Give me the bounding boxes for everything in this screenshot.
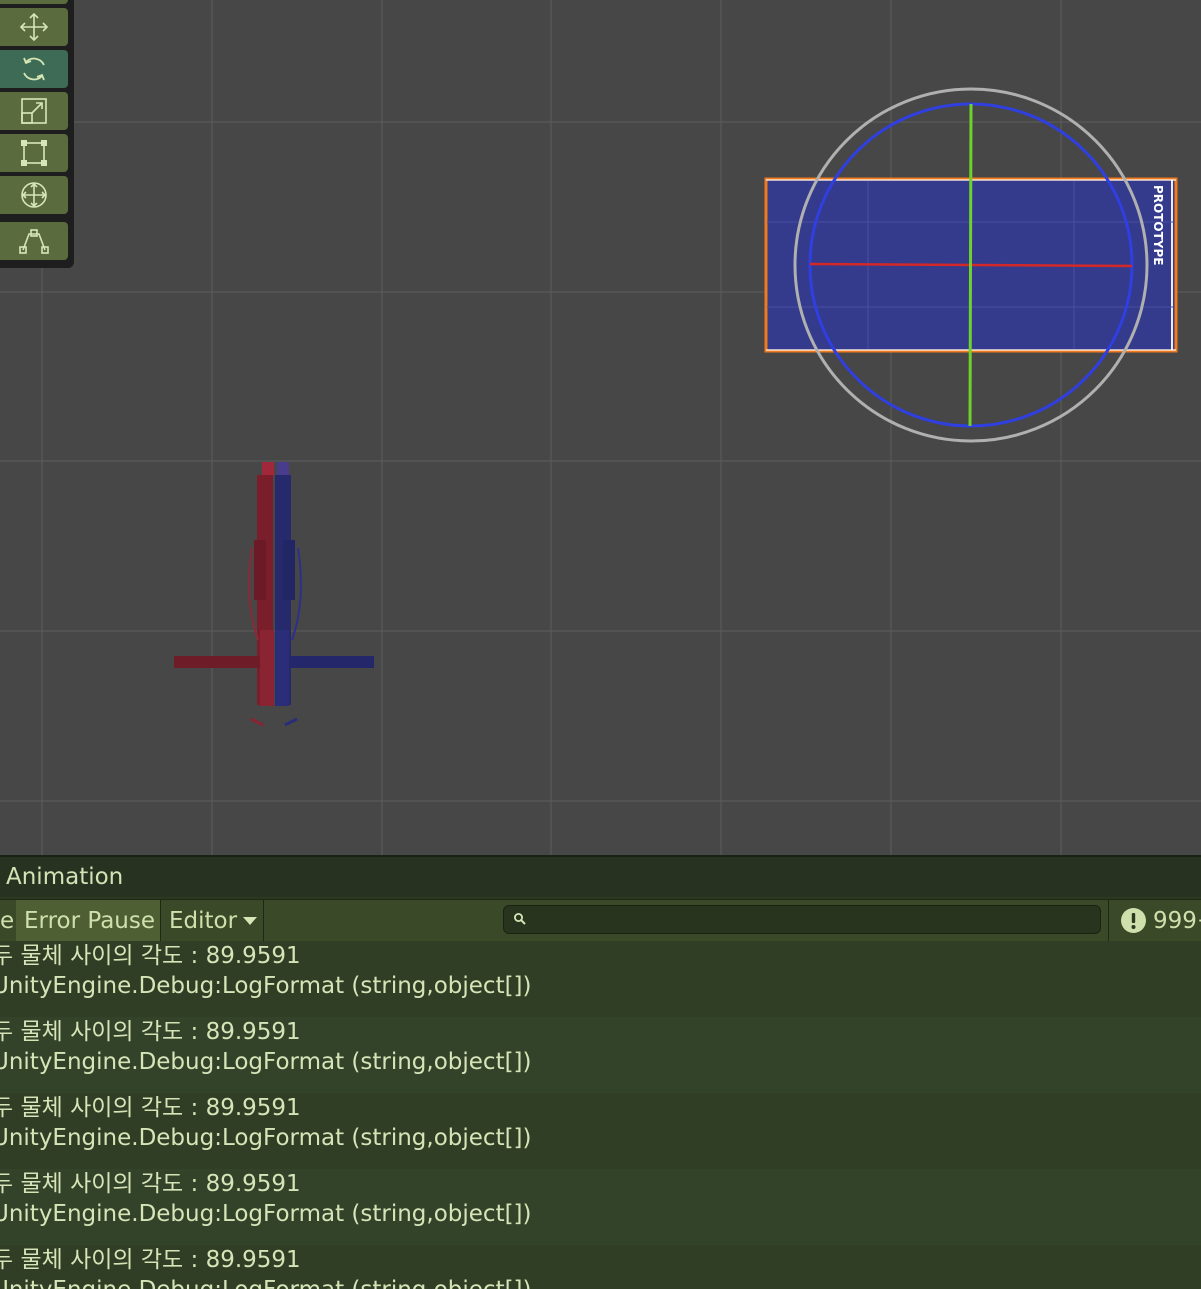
log-entry[interactable]: 두 물체 사이의 각도 : 89.9591 UnityEngine.Debug:… [0,1017,1201,1093]
prototype-texture-label: PROTOTYPE [1151,185,1165,266]
path-editor-icon [19,229,49,254]
log-message: 두 물체 사이의 각도 : 89.9591 [0,1019,301,1045]
error-pause-toggle[interactable]: Error Pause [16,900,161,941]
editor-target-dropdown[interactable]: Editor [162,900,264,941]
log-entry[interactable]: 두 물체 사이의 각도 : 89.9591 UnityEngine.Debug:… [0,1093,1201,1169]
scene-grid [0,0,1201,855]
scene-view[interactable]: PROTOTYPE [0,0,1201,855]
log-entry[interactable]: 두 물체 사이의 각도 : 89.9591 UnityEngine.Debug:… [0,1245,1201,1289]
transform-tool-button[interactable] [0,176,68,214]
rect-tool-button[interactable] [0,134,68,172]
character-model[interactable] [174,462,374,727]
scene-tools-toolbar [0,0,74,268]
rect-transform-icon [21,140,47,166]
scale-icon [21,98,47,124]
error-count-label: 999+ [1153,907,1201,934]
rotate-tool-button[interactable] [0,50,68,88]
error-count-toggle[interactable]: 999+ [1108,900,1201,941]
console-search-input[interactable] [503,905,1101,934]
move-tool-button[interactable] [0,8,68,46]
error-icon [1121,908,1146,933]
console-toolbar: e Error Pause Editor 999+ [0,899,1201,942]
log-message: 두 물체 사이의 각도 : 89.9591 [0,1095,301,1121]
tab-strip: Animation [0,857,1201,897]
rotation-gizmo[interactable] [793,87,1149,443]
search-icon [514,913,526,925]
scene-canvas[interactable]: PROTOTYPE [0,0,1201,855]
log-message: 두 물체 사이의 각도 : 89.9591 [0,1171,301,1197]
scale-tool-button[interactable] [0,92,68,130]
log-entry[interactable]: 두 물체 사이의 각도 : 89.9591 UnityEngine.Debug:… [0,1169,1201,1245]
transform-icon [21,182,47,208]
custom-tool-button[interactable] [0,222,68,260]
log-message: 두 물체 사이의 각도 : 89.9591 [0,1247,301,1273]
toolbar-top-edge [0,0,68,4]
log-stack-trace: UnityEngine.Debug:LogFormat (string,obje… [0,1049,532,1075]
rotate-icon [23,57,45,81]
editor-dropdown-label: Editor [169,907,238,934]
tab-animation[interactable]: Animation [0,864,123,890]
clear-button[interactable]: e [0,900,17,941]
console-panel: Animation e Error Pause Editor 999+ [0,855,1201,1289]
chevron-down-icon [243,916,258,925]
log-stack-trace: UnityEngine.Debug:LogFormat (string,obje… [0,1201,532,1227]
error-pause-label: Error Pause [24,907,156,934]
y-axis-ring [968,103,973,427]
log-message: 두 물체 사이의 각도 : 89.9591 [0,943,301,969]
log-stack-trace: UnityEngine.Debug:LogFormat (string,obje… [0,973,532,999]
clear-button-label: e [0,907,15,934]
move-arrows-icon [19,12,49,42]
log-entry[interactable]: 두 물체 사이의 각도 : 89.9591 UnityEngine.Debug:… [0,941,1201,1017]
console-log-list[interactable]: 두 물체 사이의 각도 : 89.9591 UnityEngine.Debug:… [0,941,1201,1289]
log-stack-trace: UnityEngine.Debug:LogFormat (string,obje… [0,1125,532,1151]
